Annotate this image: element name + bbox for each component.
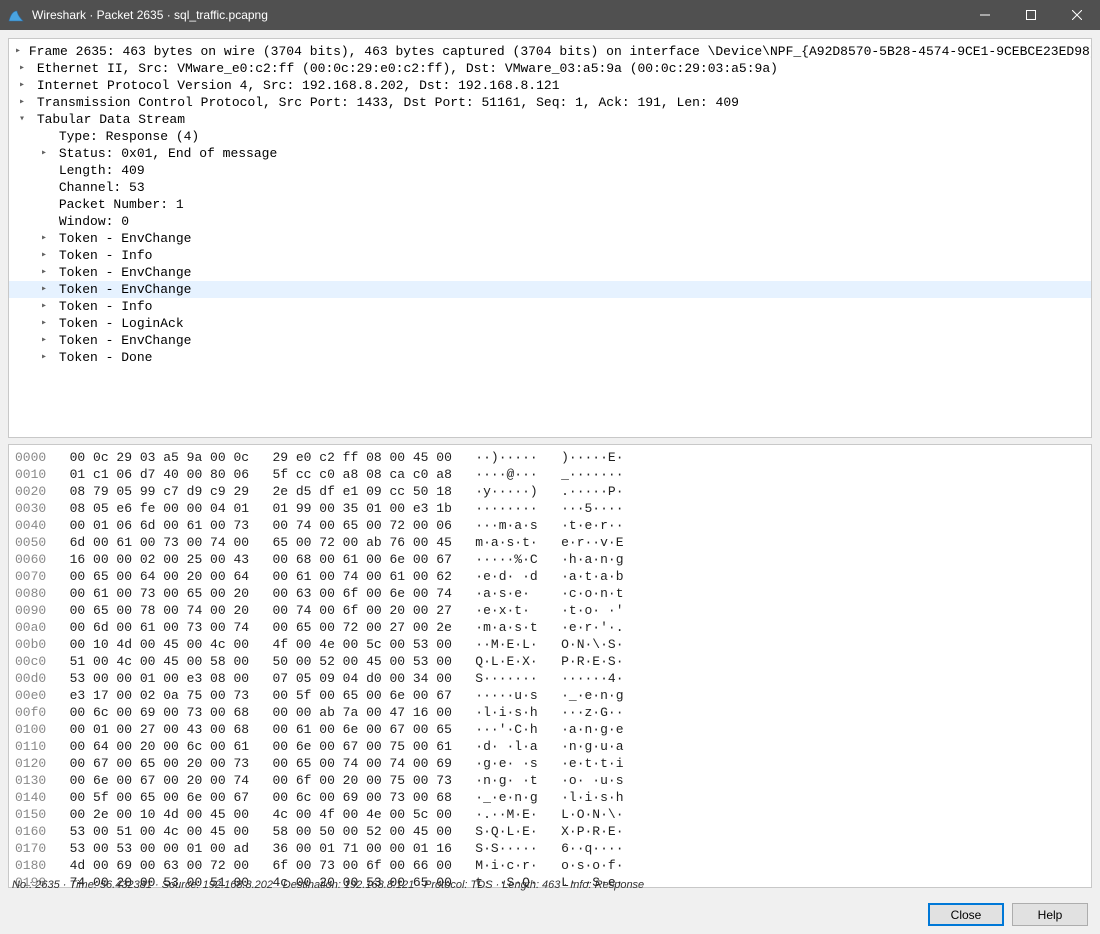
- chevron-right-icon[interactable]: ▸: [37, 317, 51, 331]
- window-title: Wireshark · Packet 2635 · sql_traffic.pc…: [32, 8, 962, 22]
- tree-spacer: [37, 181, 51, 195]
- tree-row-label: Token - Done: [59, 349, 153, 366]
- packet-info-bar: No.: 2635 · Time: 56.432381 · Source: 19…: [8, 876, 1092, 894]
- tree-row-label: Internet Protocol Version 4, Src: 192.16…: [37, 77, 560, 94]
- tree-row[interactable]: ▸ Frame 2635: 463 bytes on wire (3704 bi…: [9, 43, 1091, 60]
- chevron-right-icon[interactable]: ▸: [15, 79, 29, 93]
- wireshark-icon: [8, 7, 24, 23]
- chevron-right-icon[interactable]: ▸: [37, 351, 51, 365]
- dialog-buttons: Close Help: [928, 903, 1088, 926]
- tree-row[interactable]: Length: 409: [9, 162, 1091, 179]
- tree-row[interactable]: ▸ Ethernet II, Src: VMware_e0:c2:ff (00:…: [9, 60, 1091, 77]
- chevron-right-icon[interactable]: ▸: [15, 96, 29, 110]
- tree-row-label: Token - Info: [59, 247, 153, 264]
- tree-row[interactable]: ▸ Token - EnvChange: [9, 281, 1091, 298]
- packet-bytes-hex[interactable]: 0000 00 0c 29 03 a5 9a 00 0c 29 e0 c2 ff…: [8, 444, 1092, 888]
- tree-row[interactable]: ▸ Token - Info: [9, 247, 1091, 264]
- tree-row-label: Token - EnvChange: [59, 264, 192, 281]
- chevron-right-icon[interactable]: ▸: [37, 283, 51, 297]
- tree-row[interactable]: ▸ Transmission Control Protocol, Src Por…: [9, 94, 1091, 111]
- tree-row[interactable]: Packet Number: 1: [9, 196, 1091, 213]
- chevron-right-icon[interactable]: ▸: [15, 62, 29, 76]
- chevron-right-icon[interactable]: ▸: [37, 249, 51, 263]
- packet-details-tree[interactable]: ▸ Frame 2635: 463 bytes on wire (3704 bi…: [8, 38, 1092, 438]
- help-button[interactable]: Help: [1012, 903, 1088, 926]
- tree-row[interactable]: ▸ Token - EnvChange: [9, 230, 1091, 247]
- tree-spacer: [37, 130, 51, 144]
- maximize-button[interactable]: [1008, 0, 1054, 30]
- tree-row[interactable]: ▸ Status: 0x01, End of message: [9, 145, 1091, 162]
- chevron-right-icon[interactable]: ▸: [37, 334, 51, 348]
- tree-row-label: Token - EnvChange: [59, 332, 192, 349]
- close-window-button[interactable]: [1054, 0, 1100, 30]
- tree-row-label: Token - LoginAck: [59, 315, 184, 332]
- chevron-right-icon[interactable]: ▸: [37, 266, 51, 280]
- chevron-right-icon[interactable]: ▸: [37, 300, 51, 314]
- tree-row[interactable]: ▸ Token - EnvChange: [9, 264, 1091, 281]
- close-button[interactable]: Close: [928, 903, 1004, 926]
- tree-row-label: Token - Info: [59, 298, 153, 315]
- tree-row[interactable]: ▸ Token - Done: [9, 349, 1091, 366]
- tree-row-label: Length: 409: [59, 162, 145, 179]
- tree-row-label: Ethernet II, Src: VMware_e0:c2:ff (00:0c…: [37, 60, 778, 77]
- chevron-right-icon[interactable]: ▸: [37, 147, 51, 161]
- window-controls: [962, 0, 1100, 30]
- dialog-body: ▸ Frame 2635: 463 bytes on wire (3704 bi…: [0, 30, 1100, 934]
- tree-row[interactable]: Type: Response (4): [9, 128, 1091, 145]
- tree-row[interactable]: ▸ Token - Info: [9, 298, 1091, 315]
- tree-row-label: Frame 2635: 463 bytes on wire (3704 bits…: [29, 43, 1092, 60]
- tree-row-label: Token - EnvChange: [59, 230, 192, 247]
- tree-spacer: [37, 164, 51, 178]
- titlebar[interactable]: Wireshark · Packet 2635 · sql_traffic.pc…: [0, 0, 1100, 30]
- tree-row-label: Status: 0x01, End of message: [59, 145, 277, 162]
- tree-row-label: Tabular Data Stream: [37, 111, 185, 128]
- minimize-button[interactable]: [962, 0, 1008, 30]
- tree-row-label: Window: 0: [59, 213, 129, 230]
- tree-spacer: [37, 198, 51, 212]
- tree-row[interactable]: ▸ Token - EnvChange: [9, 332, 1091, 349]
- tree-spacer: [37, 215, 51, 229]
- chevron-down-icon[interactable]: ▾: [15, 113, 29, 127]
- tree-row[interactable]: Channel: 53: [9, 179, 1091, 196]
- tree-row-label: Packet Number: 1: [59, 196, 184, 213]
- tree-row[interactable]: Window: 0: [9, 213, 1091, 230]
- tree-row[interactable]: ▸ Token - LoginAck: [9, 315, 1091, 332]
- tree-row[interactable]: ▾ Tabular Data Stream: [9, 111, 1091, 128]
- tree-row-label: Transmission Control Protocol, Src Port:…: [37, 94, 739, 111]
- tree-row-label: Token - EnvChange: [59, 281, 192, 298]
- chevron-right-icon[interactable]: ▸: [37, 232, 51, 246]
- tree-row-label: Type: Response (4): [59, 128, 199, 145]
- tree-row[interactable]: ▸ Internet Protocol Version 4, Src: 192.…: [9, 77, 1091, 94]
- tree-row-label: Channel: 53: [59, 179, 145, 196]
